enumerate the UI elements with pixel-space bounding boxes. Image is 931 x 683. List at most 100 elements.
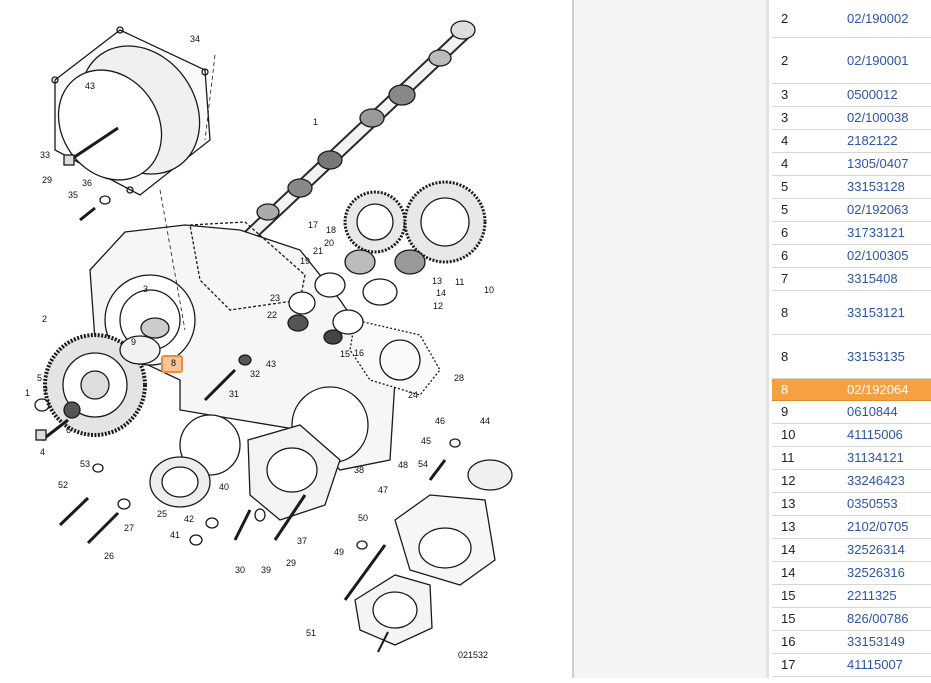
- callout-7[interactable]: 7: [43, 386, 48, 396]
- parts-row[interactable]: 7 3315408: [772, 268, 931, 291]
- callout-number[interactable]: 22: [267, 310, 277, 320]
- part-number-link[interactable]: 0500012: [847, 87, 898, 102]
- callout-38[interactable]: 38: [354, 465, 364, 475]
- part-number-link[interactable]: 02/190001: [847, 53, 908, 68]
- callout-31[interactable]: 31: [229, 389, 239, 399]
- callout-33[interactable]: 33: [40, 150, 50, 160]
- callout-number[interactable]: 8: [171, 358, 176, 368]
- parts-row[interactable]: 9 0610844: [772, 401, 931, 424]
- parts-row[interactable]: 2 02/190002: [772, 0, 931, 38]
- part-number-link[interactable]: 33153121: [847, 305, 905, 320]
- parts-row[interactable]: 14 32526316: [772, 562, 931, 585]
- callout-46[interactable]: 46: [435, 416, 445, 426]
- parts-row[interactable]: 13 0350553: [772, 493, 931, 516]
- callout-number[interactable]: 13: [432, 276, 442, 286]
- callout-number[interactable]: 29: [286, 558, 296, 568]
- callout-number[interactable]: 1: [25, 388, 30, 398]
- parts-row[interactable]: 13 2102/0705: [772, 516, 931, 539]
- parts-row[interactable]: 4 1305/0407: [772, 153, 931, 176]
- callout-number[interactable]: 35: [68, 190, 78, 200]
- callout-43[interactable]: 43: [85, 81, 95, 91]
- part-number-link[interactable]: 2102/0705: [847, 519, 908, 534]
- part-number-link[interactable]: 02/192064: [847, 382, 908, 397]
- parts-row[interactable]: 6 31733121: [772, 222, 931, 245]
- parts-row[interactable]: 6 02/100305: [772, 245, 931, 268]
- part-number-link[interactable]: 2211325: [847, 588, 897, 603]
- callout-37[interactable]: 37: [297, 536, 307, 546]
- callout-17[interactable]: 17: [308, 220, 318, 230]
- callout-number[interactable]: 36: [82, 178, 92, 188]
- callout-44[interactable]: 44: [480, 416, 490, 426]
- callout-35[interactable]: 35: [68, 190, 78, 200]
- callout-13[interactable]: 13: [432, 276, 442, 286]
- callout-3[interactable]: 3: [143, 284, 148, 294]
- part-number-link[interactable]: 02/192063: [847, 202, 908, 217]
- callout-number[interactable]: 40: [219, 482, 229, 492]
- callout-number[interactable]: 26: [104, 551, 114, 561]
- callout-22[interactable]: 22: [267, 310, 277, 320]
- callout-1[interactable]: 1: [313, 117, 318, 127]
- callout-number[interactable]: 51: [306, 628, 316, 638]
- callout-number[interactable]: 44: [480, 416, 490, 426]
- callout-18[interactable]: 18: [326, 225, 336, 235]
- callout-11[interactable]: 11: [455, 277, 464, 287]
- callout-5[interactable]: 5: [37, 373, 42, 383]
- callout-number[interactable]: 16: [354, 348, 364, 358]
- callout-number[interactable]: 31: [229, 389, 239, 399]
- part-number-link[interactable]: 31134121: [847, 450, 904, 465]
- parts-row-selected[interactable]: 8 02/192064: [772, 379, 931, 401]
- callout-47[interactable]: 47: [378, 485, 388, 495]
- parts-row[interactable]: 15 2211325: [772, 585, 931, 608]
- callout-10[interactable]: 10: [484, 285, 494, 295]
- callout-32[interactable]: 32: [250, 369, 260, 379]
- part-number-link[interactable]: 2182122: [847, 133, 898, 148]
- callout-20[interactable]: 20: [324, 238, 334, 248]
- part-number-link[interactable]: 32526316: [847, 565, 905, 580]
- callout-number[interactable]: 17: [308, 220, 318, 230]
- part-number-link[interactable]: 33246423: [847, 473, 905, 488]
- callout-12[interactable]: 12: [433, 301, 443, 311]
- callout-28[interactable]: 28: [454, 373, 464, 383]
- callout-25[interactable]: 25: [157, 509, 167, 519]
- callout-number[interactable]: 50: [358, 513, 368, 523]
- callout-number[interactable]: 29: [42, 175, 52, 185]
- callout-number[interactable]: 7: [43, 386, 48, 396]
- parts-row[interactable]: 4 2182122: [772, 130, 931, 153]
- callout-number[interactable]: 43: [266, 359, 276, 369]
- callout-number[interactable]: 24: [408, 390, 418, 400]
- callout-42[interactable]: 42: [184, 514, 194, 524]
- callout-51[interactable]: 51: [306, 628, 316, 638]
- parts-row[interactable]: 15 826/00786: [772, 608, 931, 631]
- callout-number[interactable]: 48: [398, 460, 408, 470]
- callout-19[interactable]: 19: [300, 256, 310, 266]
- parts-row[interactable]: 8 33153121: [772, 291, 931, 335]
- callout-number[interactable]: 1: [313, 117, 318, 127]
- callout-15[interactable]: 15: [340, 349, 350, 359]
- callout-number[interactable]: 34: [190, 34, 200, 44]
- callout-43[interactable]: 43: [266, 359, 276, 369]
- callout-number[interactable]: 42: [184, 514, 194, 524]
- part-number-link[interactable]: 0350553: [847, 496, 898, 511]
- callout-number[interactable]: 25: [157, 509, 167, 519]
- part-number-link[interactable]: 41115006: [847, 427, 903, 442]
- callout-30[interactable]: 30: [235, 565, 245, 575]
- callout-24[interactable]: 24: [408, 390, 418, 400]
- part-number-link[interactable]: 33153135: [847, 349, 905, 364]
- callout-number[interactable]: 33: [40, 150, 50, 160]
- parts-row[interactable]: 3 02/100038: [772, 107, 931, 130]
- callout-27[interactable]: 27: [124, 523, 134, 533]
- callout-number[interactable]: 11: [455, 277, 464, 287]
- callout-21[interactable]: 21: [313, 246, 323, 256]
- parts-row[interactable]: 8 33153135: [772, 335, 931, 379]
- callout-23[interactable]: 23: [270, 293, 280, 303]
- callout-number[interactable]: 10: [484, 285, 494, 295]
- part-number-link[interactable]: 0610844: [847, 404, 898, 419]
- callout-number[interactable]: 4: [40, 447, 45, 457]
- part-number-link[interactable]: 02/190002: [847, 11, 908, 26]
- callout-40[interactable]: 40: [219, 482, 229, 492]
- callout-number[interactable]: 30: [235, 565, 245, 575]
- callout-9[interactable]: 9: [131, 337, 136, 347]
- callout-2[interactable]: 2: [42, 314, 47, 324]
- callout-50[interactable]: 50: [358, 513, 368, 523]
- part-number-link[interactable]: 41115007: [847, 657, 903, 672]
